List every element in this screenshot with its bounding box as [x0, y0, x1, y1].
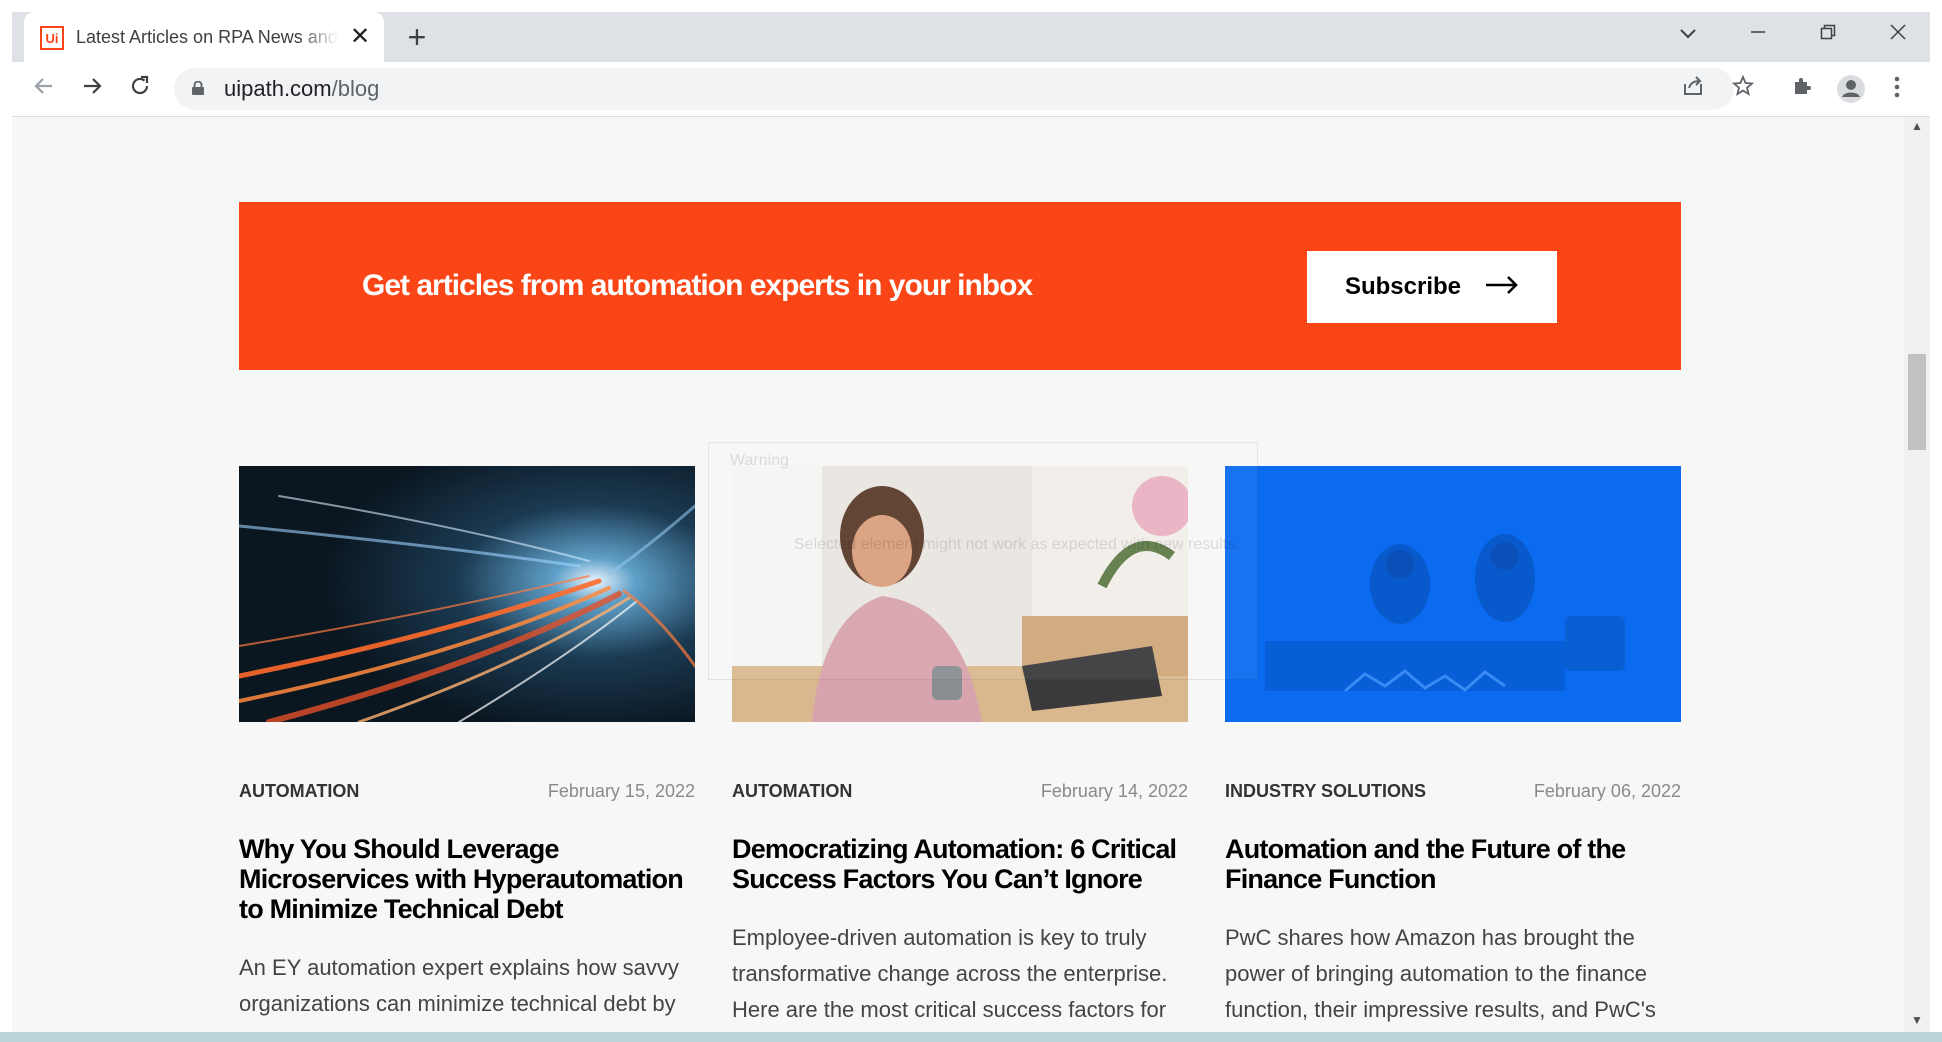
- card-image-stage-panel[interactable]: [1225, 466, 1681, 722]
- restore-icon[interactable]: [1808, 16, 1848, 50]
- card-title[interactable]: Why You Should Leverage Microservices wi…: [239, 834, 695, 924]
- profile-icon[interactable]: [1834, 74, 1868, 108]
- taskbar-strip: [0, 1032, 1942, 1042]
- star-icon[interactable]: [1726, 74, 1760, 108]
- banner-text: Get articles from automation experts in …: [362, 269, 1033, 302]
- subscribe-button[interactable]: Subscribe: [1307, 251, 1557, 323]
- extensions-icon[interactable]: [1786, 74, 1820, 108]
- ghost-warning-dialog: [708, 442, 1258, 680]
- card-excerpt: PwC shares how Amazon has brought the po…: [1225, 925, 1656, 1022]
- vertical-scrollbar[interactable]: [1904, 117, 1930, 1032]
- scroll-up-icon[interactable]: ▲: [1909, 118, 1925, 134]
- minimize-icon[interactable]: [1738, 16, 1778, 50]
- card-image-light-trails[interactable]: [239, 466, 695, 722]
- ghost-dialog-title: Warning: [730, 452, 789, 469]
- scroll-down-icon[interactable]: ▼: [1909, 1012, 1925, 1028]
- card-date: February 14, 2022: [1040, 781, 1188, 801]
- forward-icon[interactable]: [74, 72, 110, 108]
- uipath-favicon-icon: Ui: [40, 26, 64, 50]
- ghost-dialog-message: Selected element might not work as expec…: [794, 536, 1240, 553]
- subscribe-label: Subscribe: [1344, 273, 1462, 300]
- tab-search-icon[interactable]: [1668, 16, 1708, 50]
- new-tab-icon[interactable]: +: [402, 20, 432, 54]
- menu-icon[interactable]: [1880, 74, 1914, 108]
- address-bar[interactable]: [174, 68, 1734, 110]
- card-date: February 15, 2022: [547, 781, 695, 801]
- url-path: /blog: [331, 76, 380, 101]
- window-close-icon[interactable]: [1878, 16, 1918, 50]
- card-excerpt: Employee-driven automation is key to tru…: [732, 925, 1168, 1022]
- card-tag[interactable]: INDUSTRY SOLUTIONS: [1225, 780, 1426, 802]
- share-icon[interactable]: [1676, 74, 1710, 108]
- tab-title: Latest Articles on RPA News and Industry…: [76, 27, 338, 47]
- card-tag[interactable]: AUTOMATION: [732, 780, 852, 802]
- lock-icon[interactable]: [192, 80, 204, 95]
- card-excerpt: An EY automation expert explains how sav…: [239, 955, 679, 1016]
- scrollbar-thumb[interactable]: [1908, 354, 1926, 450]
- card-date: February 06, 2022: [1533, 781, 1681, 801]
- tab-close-icon[interactable]: ✕: [348, 22, 372, 52]
- url-domain: uipath.com: [224, 76, 332, 101]
- back-icon[interactable]: [26, 72, 62, 108]
- card-title[interactable]: Democratizing Automation: 6 Critical Suc…: [732, 834, 1188, 894]
- reload-icon[interactable]: [122, 72, 158, 108]
- arrow-right-icon: [1485, 275, 1519, 300]
- card-title[interactable]: Automation and the Future of the Finance…: [1225, 834, 1681, 894]
- url-text[interactable]: uipath.com/blog: [224, 75, 379, 103]
- card-tag[interactable]: AUTOMATION: [239, 780, 359, 802]
